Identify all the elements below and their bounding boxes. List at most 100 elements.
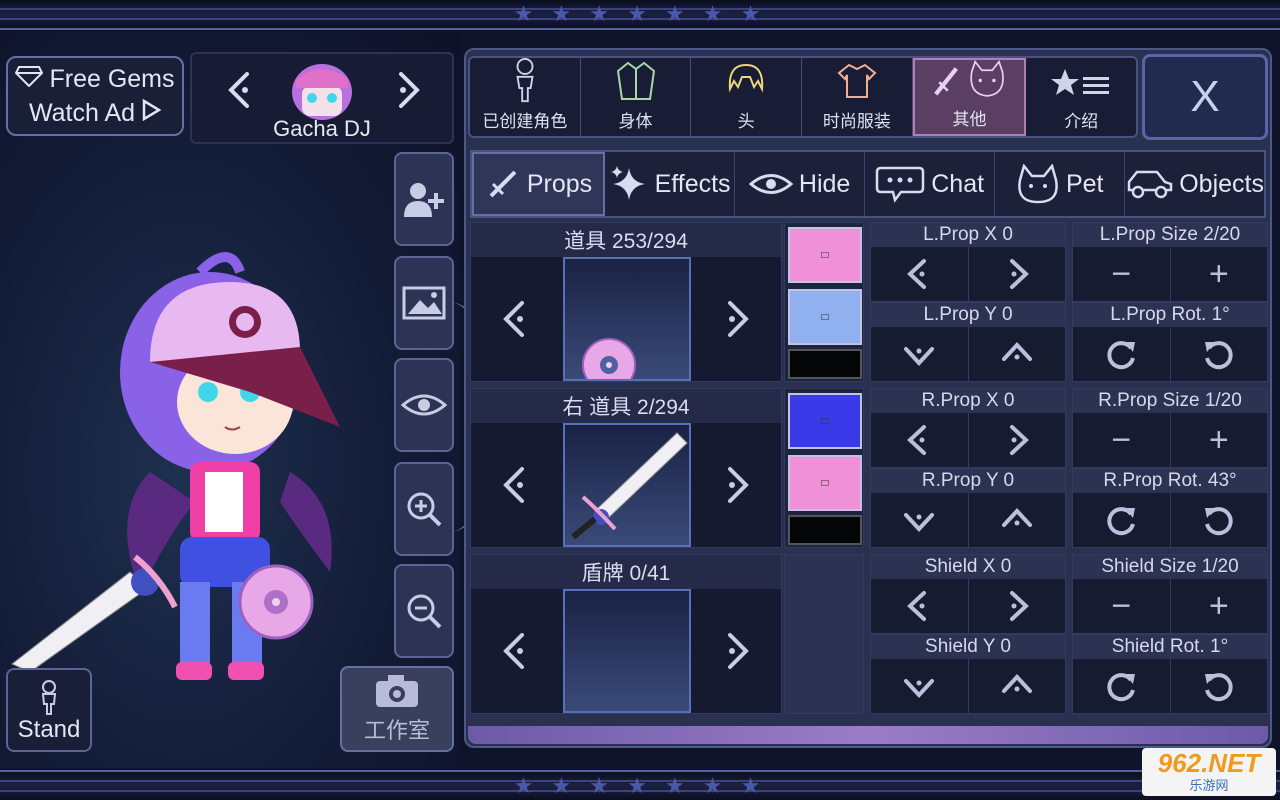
rotate-counterclockwise-button[interactable] (1171, 327, 1268, 381)
move-right-button[interactable] (969, 579, 1066, 633)
next-character-button[interactable] (388, 68, 428, 112)
close-icon: X (1190, 72, 1220, 121)
tab-objects[interactable]: Objects (1125, 152, 1264, 216)
car-icon (1127, 170, 1173, 199)
watch-ad-label: Watch Ad (28, 99, 136, 127)
next-item-button[interactable] (691, 589, 781, 713)
tab-label: Props (526, 169, 593, 198)
next-item-button[interactable] (691, 257, 781, 381)
move-down-button[interactable] (871, 659, 969, 713)
size-decrease-button[interactable]: − (1073, 247, 1171, 301)
prev-item-button[interactable] (471, 589, 561, 713)
rotate-clockwise-button[interactable] (1073, 659, 1171, 713)
zoom-out-button[interactable] (394, 564, 454, 658)
category-tab-other[interactable]: 其他 (912, 58, 1027, 136)
free-gems-button[interactable]: Free Gems Watch Ad (6, 56, 184, 136)
sparkle-icon (610, 166, 645, 200)
minus-icon: − (1111, 420, 1132, 459)
size-increase-button[interactable]: + (1171, 413, 1268, 467)
control-label: Shield Size 1/20 (1073, 555, 1267, 579)
prev-character-button[interactable] (220, 68, 260, 112)
move-left-button[interactable] (871, 579, 969, 633)
stand-button[interactable]: Stand (6, 668, 92, 752)
prev-item-button[interactable] (471, 257, 561, 381)
category-tab-intro[interactable]: 介绍 (1026, 58, 1136, 136)
category-tab-head[interactable]: 头 (691, 58, 803, 136)
tab-props[interactable]: Props (472, 152, 606, 216)
move-down-button[interactable] (871, 493, 969, 547)
cd-prop-icon (582, 338, 636, 392)
watermark-subtitle: 乐游网 (1189, 777, 1229, 793)
add-character-button[interactable] (394, 152, 454, 246)
next-item-button[interactable] (691, 423, 781, 547)
tab-pet[interactable]: Pet (995, 152, 1126, 216)
move-up-button[interactable] (969, 493, 1066, 547)
move-up-button[interactable] (969, 327, 1066, 381)
tab-hide[interactable]: Hide (735, 152, 866, 216)
tab-label: Effects (654, 169, 731, 198)
tab-label: Objects (1179, 169, 1264, 198)
gem-icon (15, 62, 44, 96)
visibility-button[interactable] (394, 358, 454, 452)
rprop-size-control: R.Prop Size 1/20 − + (1072, 388, 1268, 468)
size-increase-button[interactable]: + (1171, 247, 1268, 301)
zoom-in-icon (407, 492, 442, 527)
rotate-clockwise-button[interactable] (1073, 327, 1171, 381)
swatch-dot (821, 480, 829, 486)
background-button[interactable] (394, 256, 454, 350)
rotate-clockwise-button[interactable] (1073, 493, 1171, 547)
color-swatch-3[interactable] (788, 349, 862, 379)
category-tab-fashion[interactable]: 时尚服装 (802, 58, 913, 136)
color-swatch-2[interactable] (788, 289, 862, 345)
shield-x-control: Shield X 0 (870, 554, 1066, 634)
item-preview[interactable] (563, 589, 691, 713)
shield-size-control: Shield Size 1/20 − + (1072, 554, 1268, 634)
avatar[interactable] (290, 60, 354, 120)
color-swatch-1[interactable] (788, 393, 862, 449)
chevron-left-icon (907, 591, 927, 621)
rotate-counterclockwise-button[interactable] (1171, 493, 1268, 547)
move-left-button[interactable] (871, 247, 969, 301)
color-swatch-3[interactable] (788, 515, 862, 545)
shield-colors (784, 554, 864, 714)
control-label: R.Prop Rot. 43° (1073, 469, 1267, 493)
add-person-icon (404, 183, 444, 217)
category-tab-created[interactable]: 已创建角色 (470, 58, 581, 136)
close-button[interactable]: X (1142, 54, 1268, 140)
chevron-right-icon (399, 72, 420, 108)
chevron-down-icon (904, 347, 935, 366)
rotate-counterclockwise-button[interactable] (1171, 659, 1268, 713)
play-icon (141, 96, 162, 130)
color-swatch-1[interactable] (788, 227, 862, 283)
zoom-out-icon (407, 594, 442, 629)
category-label: 其他 (952, 110, 987, 129)
rprop-rotation-control: R.Prop Rot. 43° (1072, 468, 1268, 548)
color-swatch-2[interactable] (788, 455, 862, 511)
move-up-button[interactable] (969, 659, 1066, 713)
tab-chat[interactable]: Chat (865, 152, 996, 216)
chevron-left-icon (907, 259, 927, 289)
item-preview[interactable] (563, 257, 691, 392)
control-label: Shield Rot. 1° (1073, 635, 1267, 659)
move-right-button[interactable] (969, 247, 1066, 301)
swatch-dot (821, 252, 829, 258)
tab-label: Pet (1065, 169, 1104, 198)
size-decrease-button[interactable]: − (1073, 413, 1171, 467)
item-preview[interactable] (563, 423, 691, 547)
studio-button[interactable]: 工作室 (340, 666, 454, 752)
category-tab-body[interactable]: 身体 (580, 58, 692, 136)
tab-label: Hide (798, 169, 851, 198)
size-increase-button[interactable]: + (1171, 579, 1268, 633)
tab-label: Chat (931, 169, 985, 198)
size-decrease-button[interactable]: − (1073, 579, 1171, 633)
move-down-button[interactable] (871, 327, 969, 381)
chevron-down-icon (904, 679, 935, 698)
tab-effects[interactable]: Effects (605, 152, 736, 216)
move-left-button[interactable] (871, 413, 969, 467)
move-right-button[interactable] (969, 413, 1066, 467)
zoom-in-button[interactable] (394, 462, 454, 556)
control-label: R.Prop X 0 (871, 389, 1065, 413)
chevron-up-icon (1001, 674, 1032, 693)
prev-item-button[interactable] (471, 423, 561, 547)
control-label: Shield Y 0 (871, 635, 1065, 659)
